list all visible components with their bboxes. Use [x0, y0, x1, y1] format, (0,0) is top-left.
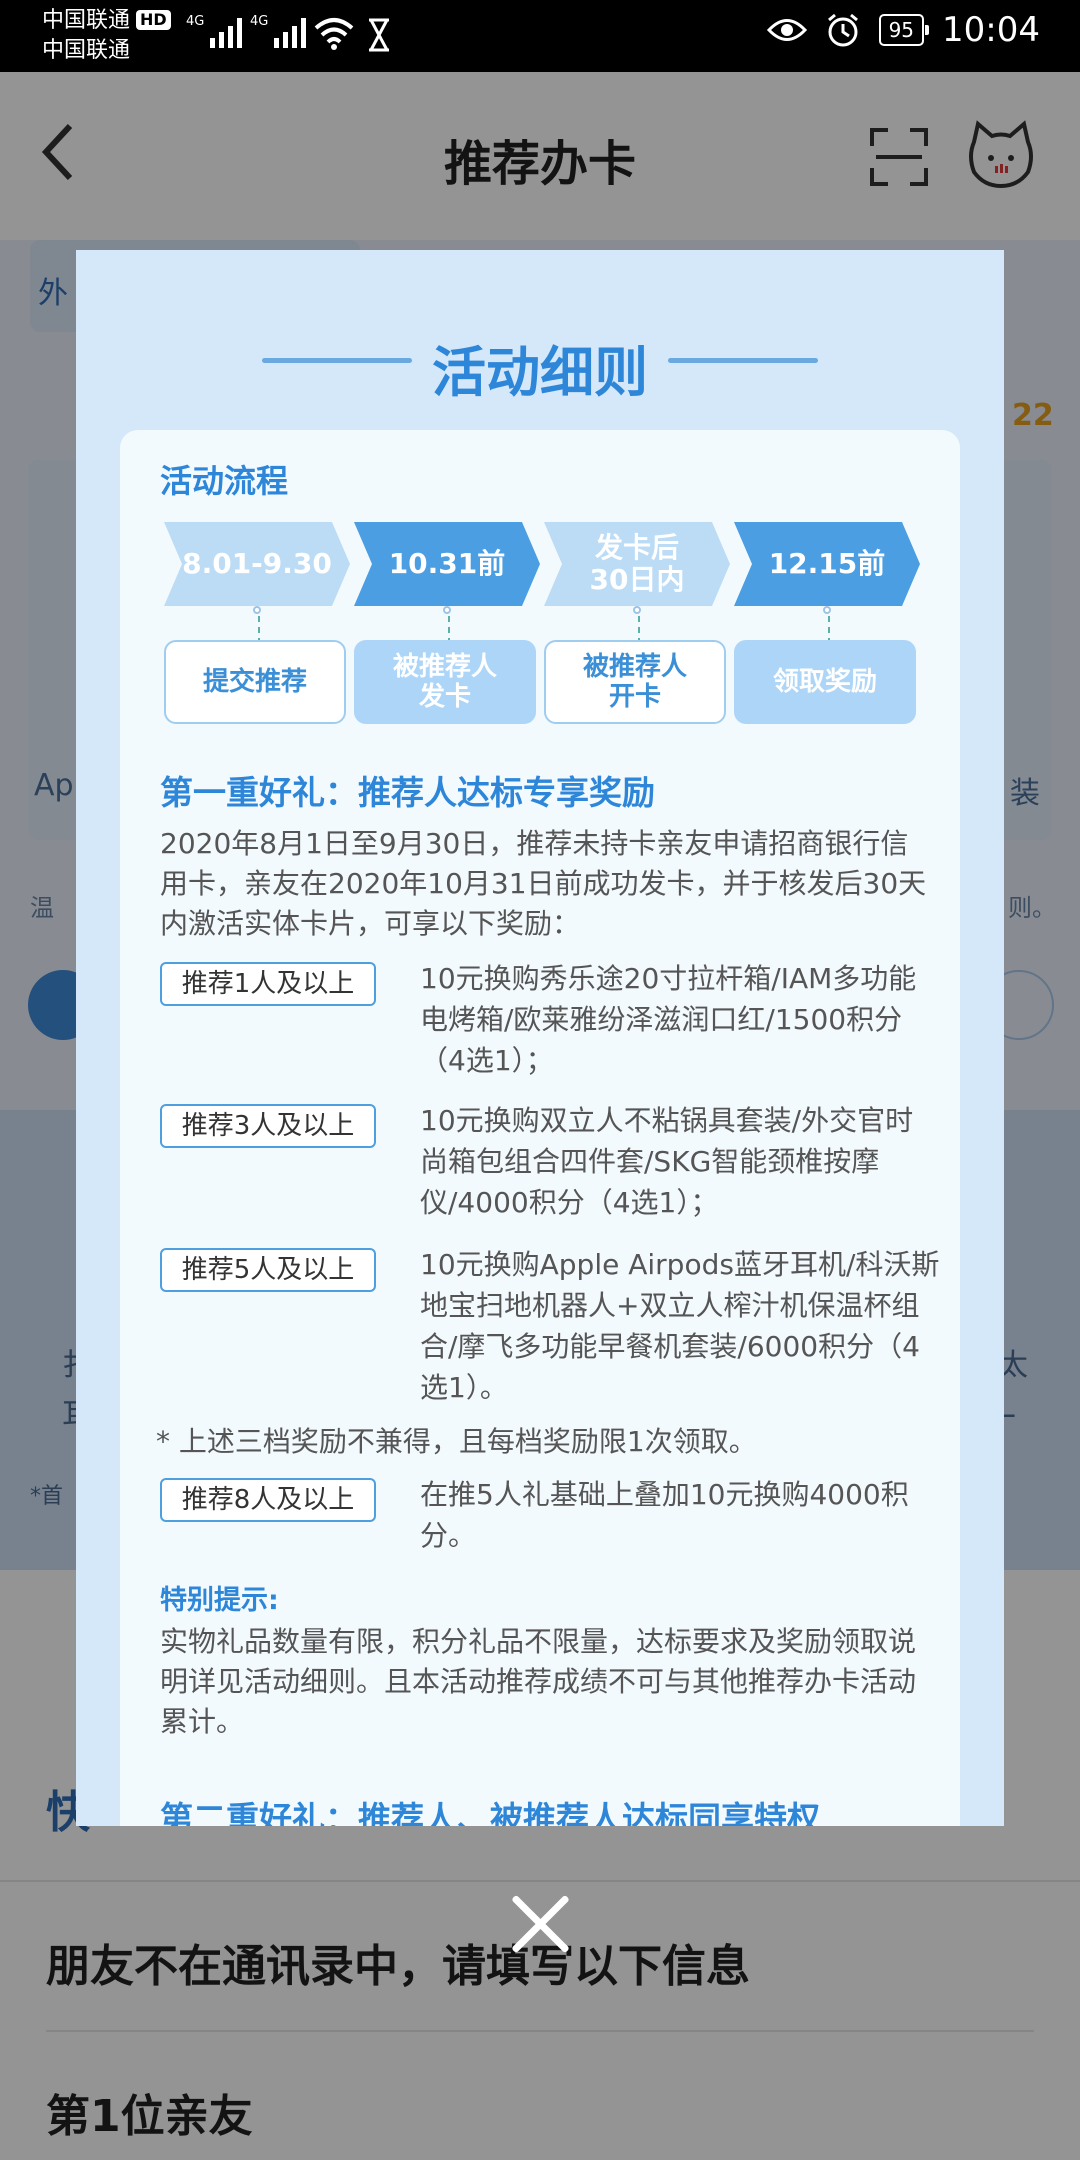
special-desc: 实物礼品数量有限，积分礼品不限量，达标要求及奖励领取说明详见活动细则。且本活动推… [160, 1625, 917, 1738]
battery-indicator: 95 [878, 14, 930, 46]
second-gift-title: 第二重好礼：推荐人、被推荐人达标同享特权 [160, 1799, 820, 1826]
special-title: 特别提示: [160, 1585, 279, 1616]
rules-modal: 活动细则 活动流程 8.01-9.30 10.31前 发卡后30日内 12.15… [76, 250, 1004, 1826]
close-icon[interactable] [508, 1892, 572, 1956]
status-bar: 中国联通 HD 中国联通 4G 4G 95 10:04 [0, 0, 1080, 72]
carrier-info: 中国联通 HD 中国联通 [42, 6, 171, 66]
hourglass-icon [369, 18, 389, 52]
process-steps: 8.01-9.30 10.31前 发卡后30日内 12.15前 [164, 522, 924, 606]
carrier-name-1: 中国联通 [42, 8, 131, 33]
hd-badge: HD [136, 10, 171, 30]
alarm-icon [827, 13, 858, 47]
carrier-name-2: 中国联通 [42, 38, 131, 63]
tier-1-reward: 10元换购秀乐途20寸拉杆箱/IAM多功能电烤箱/欧莱雅纷泽滋润口红/1500积… [420, 962, 917, 1077]
title-line-right [668, 358, 818, 363]
eye-icon [766, 19, 807, 41]
title-line-left [262, 358, 412, 363]
rules-panel: 活动流程 8.01-9.30 10.31前 发卡后30日内 12.15前 提交推… [120, 430, 960, 1826]
signal-icon-1: 4G [186, 14, 243, 48]
signal-icon-2: 4G [250, 14, 307, 48]
step-dot-2 [443, 606, 451, 614]
tier-note: * 上述三档奖励不兼得，且每档奖励限1次领取。 [156, 1425, 757, 1458]
tier-8-tag: 推荐8人及以上 [160, 1478, 376, 1522]
clock: 10:04 [942, 10, 1040, 50]
step-action-3: 被推荐人开卡 [544, 640, 726, 724]
step-date-3: 发卡后30日内 [544, 522, 730, 606]
process-title: 活动流程 [160, 462, 289, 500]
step-dot-4 [823, 606, 831, 614]
network-label-2: 4G [250, 14, 269, 29]
tier-3-reward: 10元换购双立人不粘锅具套装/外交官时尚箱包组合四件套/SKG智能颈椎按摩仪/4… [420, 1104, 914, 1219]
network-label-1: 4G [186, 14, 205, 29]
first-gift-desc: 2020年8月1日至9月30日，推荐未持卡亲友申请招商银行信用卡，亲友在2020… [160, 827, 927, 940]
step-action-1: 提交推荐 [164, 640, 346, 724]
step-date-4: 12.15前 [734, 522, 920, 606]
step-dot-1 [253, 606, 261, 614]
modal-title-wrap: 活动细则 [76, 328, 1004, 407]
step-date-1: 8.01-9.30 [164, 522, 350, 606]
step-action-2: 被推荐人发卡 [354, 640, 536, 724]
tier-3-tag: 推荐3人及以上 [160, 1104, 376, 1148]
tier-5-tag: 推荐5人及以上 [160, 1248, 376, 1292]
wifi-icon [314, 18, 354, 50]
modal-title: 活动细则 [432, 341, 648, 404]
status-right: 95 10:04 [766, 10, 1040, 50]
step-action-4: 领取奖励 [734, 640, 916, 724]
step-dot-3 [633, 606, 641, 614]
tier-1-tag: 推荐1人及以上 [160, 962, 376, 1006]
first-gift-title: 第一重好礼：推荐人达标专享奖励 [160, 773, 655, 812]
process-actions: 提交推荐 被推荐人发卡 被推荐人开卡 领取奖励 [164, 640, 924, 724]
tier-5-reward: 10元换购Apple Airpods蓝牙耳机/科沃斯地宝扫地机器人+双立人榨汁机… [420, 1248, 940, 1404]
tier-8-reward: 在推5人礼基础上叠加10元换购4000积分。 [420, 1478, 909, 1552]
step-date-2: 10.31前 [354, 522, 540, 606]
